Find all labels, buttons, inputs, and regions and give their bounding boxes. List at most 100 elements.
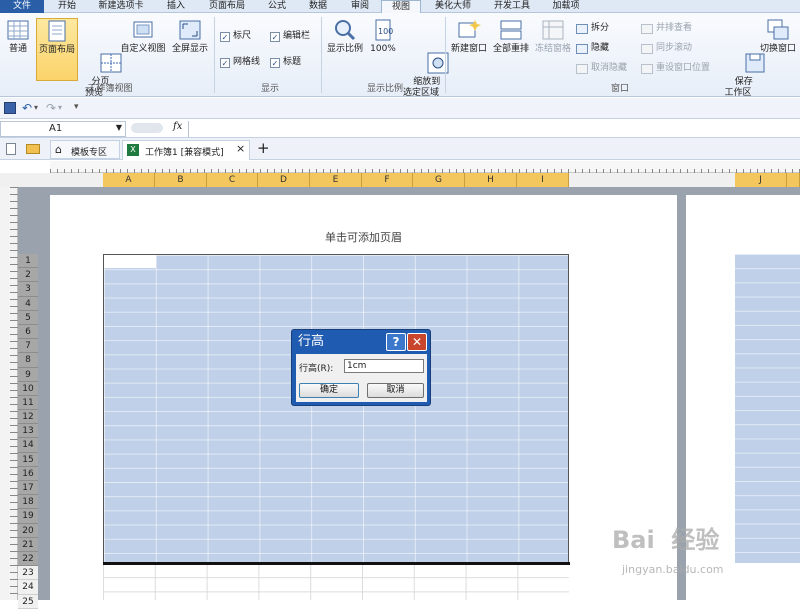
tab-addins[interactable]: 加载项 <box>543 0 589 13</box>
cancel-button[interactable]: 取消 <box>367 383 424 398</box>
page-layout-view-button[interactable]: 页面布局 <box>36 18 78 81</box>
tab-insert[interactable]: 插入 <box>156 0 196 13</box>
row-header[interactable]: 10 <box>18 381 38 396</box>
custom-views-button[interactable]: 自定义视图 <box>118 18 168 68</box>
new-file-icon[interactable] <box>6 143 16 155</box>
chevron-down-icon[interactable]: ▼ <box>116 123 122 132</box>
insert-function-icon[interactable]: fx <box>173 121 182 132</box>
row-header[interactable]: 23 <box>18 566 38 581</box>
undo-dropdown-icon[interactable]: ▾ <box>34 103 38 112</box>
row-height-input[interactable]: 1cm <box>344 359 424 373</box>
row-header[interactable]: 18 <box>18 495 38 510</box>
row-header[interactable]: 1 <box>18 254 38 269</box>
column-header[interactable]: G <box>413 173 465 187</box>
arrange-all-button[interactable]: 全部重排 <box>491 18 531 68</box>
tab-view[interactable]: 视图 <box>381 0 421 14</box>
switch-windows-button[interactable]: 切换窗口 <box>757 18 799 68</box>
sync-scroll-button[interactable]: 同步滚动 <box>641 43 692 54</box>
tab-formulas[interactable]: 公式 <box>258 0 296 13</box>
row-header[interactable]: 21 <box>18 537 38 552</box>
row-header[interactable]: 13 <box>18 424 38 439</box>
row-header[interactable]: 3 <box>18 282 38 297</box>
row-header[interactable]: 16 <box>18 466 38 481</box>
row-header[interactable]: 15 <box>18 452 38 467</box>
row-header[interactable]: 2 <box>18 268 38 283</box>
tab-data[interactable]: 数据 <box>298 0 338 13</box>
row-header[interactable]: 22 <box>18 551 38 567</box>
row-header[interactable]: 6 <box>18 324 38 340</box>
column-header[interactable]: C <box>207 173 258 187</box>
formula-bar-splitter[interactable] <box>131 123 163 133</box>
tab-file[interactable]: 文件 <box>0 0 44 13</box>
selected-range[interactable] <box>103 254 569 563</box>
ruler-checkbox[interactable]: ✓ 标尺 <box>220 31 251 42</box>
normal-view-button[interactable]: 普通 <box>2 18 34 68</box>
redo-icon[interactable]: ↷ <box>46 101 56 115</box>
customize-qat-icon[interactable]: ▾ <box>74 102 79 112</box>
row-header[interactable]: 11 <box>18 395 38 411</box>
close-tab-icon[interactable]: × <box>236 142 245 155</box>
help-icon[interactable]: ? <box>386 333 406 351</box>
group-label-zoom: 显示比例 <box>366 84 403 94</box>
row-header[interactable]: 5 <box>18 310 38 325</box>
header-placeholder[interactable]: 单击可添加页眉 <box>50 229 677 245</box>
row-header[interactable]: 17 <box>18 481 38 496</box>
tab-template-zone[interactable]: ⌂ 模板专区 <box>50 140 120 159</box>
reset-position-button[interactable]: 重设窗口位置 <box>641 63 710 74</box>
active-cell-a1[interactable] <box>104 255 156 268</box>
tab-home[interactable]: 开始 <box>47 0 87 13</box>
row-header[interactable]: 8 <box>18 353 38 368</box>
row-header[interactable]: 7 <box>18 339 38 354</box>
name-box[interactable]: A1 ▼ <box>0 121 126 137</box>
column-header-partial[interactable] <box>787 173 800 187</box>
row-header[interactable]: 9 <box>18 367 38 382</box>
folder-icon[interactable] <box>26 144 40 154</box>
gridlines-checkbox[interactable]: ✓ 网格线 <box>220 57 260 68</box>
column-header[interactable]: H <box>465 173 517 187</box>
zoom-to-selection-button[interactable]: 缩放到 选定区域 <box>400 18 449 98</box>
save-workspace-button[interactable]: 保存 工作区 <box>720 18 765 98</box>
tab-review[interactable]: 审阅 <box>340 0 380 13</box>
add-tab-icon[interactable]: + <box>257 139 270 157</box>
row-header[interactable]: 20 <box>18 523 38 538</box>
tab-beautify[interactable]: 美化大师 <box>424 0 482 13</box>
column-header[interactable]: D <box>258 173 310 187</box>
split-button[interactable]: 拆分 <box>576 23 609 34</box>
column-header[interactable]: E <box>310 173 362 187</box>
column-header[interactable]: J <box>735 173 787 187</box>
full-screen-button[interactable]: 全屏显示 <box>170 18 210 68</box>
freeze-panes-button[interactable]: 冻结窗格 <box>533 18 573 68</box>
tab-workbook1[interactable]: X 工作簿1 [兼容模式] <box>122 140 250 160</box>
page-2-selection[interactable] <box>735 254 800 563</box>
formula-input[interactable] <box>188 121 800 137</box>
row-header[interactable]: 4 <box>18 296 38 311</box>
zoom-100-button[interactable]: 100 100% <box>368 18 398 68</box>
save-icon[interactable] <box>4 102 16 114</box>
headings-checkbox[interactable]: ✓ 标题 <box>270 57 301 68</box>
hide-button[interactable]: 隐藏 <box>576 43 609 54</box>
side-by-side-button[interactable]: 并排查看 <box>641 23 692 34</box>
column-header[interactable]: F <box>362 173 413 187</box>
row-header[interactable]: 19 <box>18 509 38 524</box>
new-window-button[interactable]: 新建窗口 <box>449 18 489 68</box>
column-header[interactable]: I <box>517 173 569 187</box>
close-icon[interactable]: ✕ <box>407 333 427 351</box>
tab-developer[interactable]: 开发工具 <box>484 0 540 13</box>
row-header[interactable]: 14 <box>18 438 38 453</box>
unhide-button[interactable]: 取消隐藏 <box>576 63 627 74</box>
horizontal-ruler <box>50 161 800 173</box>
column-header[interactable]: B <box>155 173 207 187</box>
redo-dropdown-icon[interactable]: ▾ <box>58 103 62 112</box>
row-header[interactable]: 24 <box>18 580 38 595</box>
column-header[interactable]: A <box>103 173 155 187</box>
row-header[interactable]: 12 <box>18 410 38 425</box>
row-header[interactable]: 25 <box>18 594 38 609</box>
page-break-preview-button[interactable]: 分页 预览 <box>80 18 122 98</box>
undo-icon[interactable]: ↶ <box>22 101 32 115</box>
ok-button[interactable]: 确定 <box>299 383 359 398</box>
tab-new[interactable]: 新建选项卡 <box>88 0 154 13</box>
zoom-button[interactable]: 显示比例 <box>325 18 365 68</box>
unselected-cells[interactable] <box>103 563 569 600</box>
formula-bar-checkbox[interactable]: ✓ 编辑栏 <box>270 31 310 42</box>
tab-page-layout[interactable]: 页面布局 <box>198 0 256 13</box>
